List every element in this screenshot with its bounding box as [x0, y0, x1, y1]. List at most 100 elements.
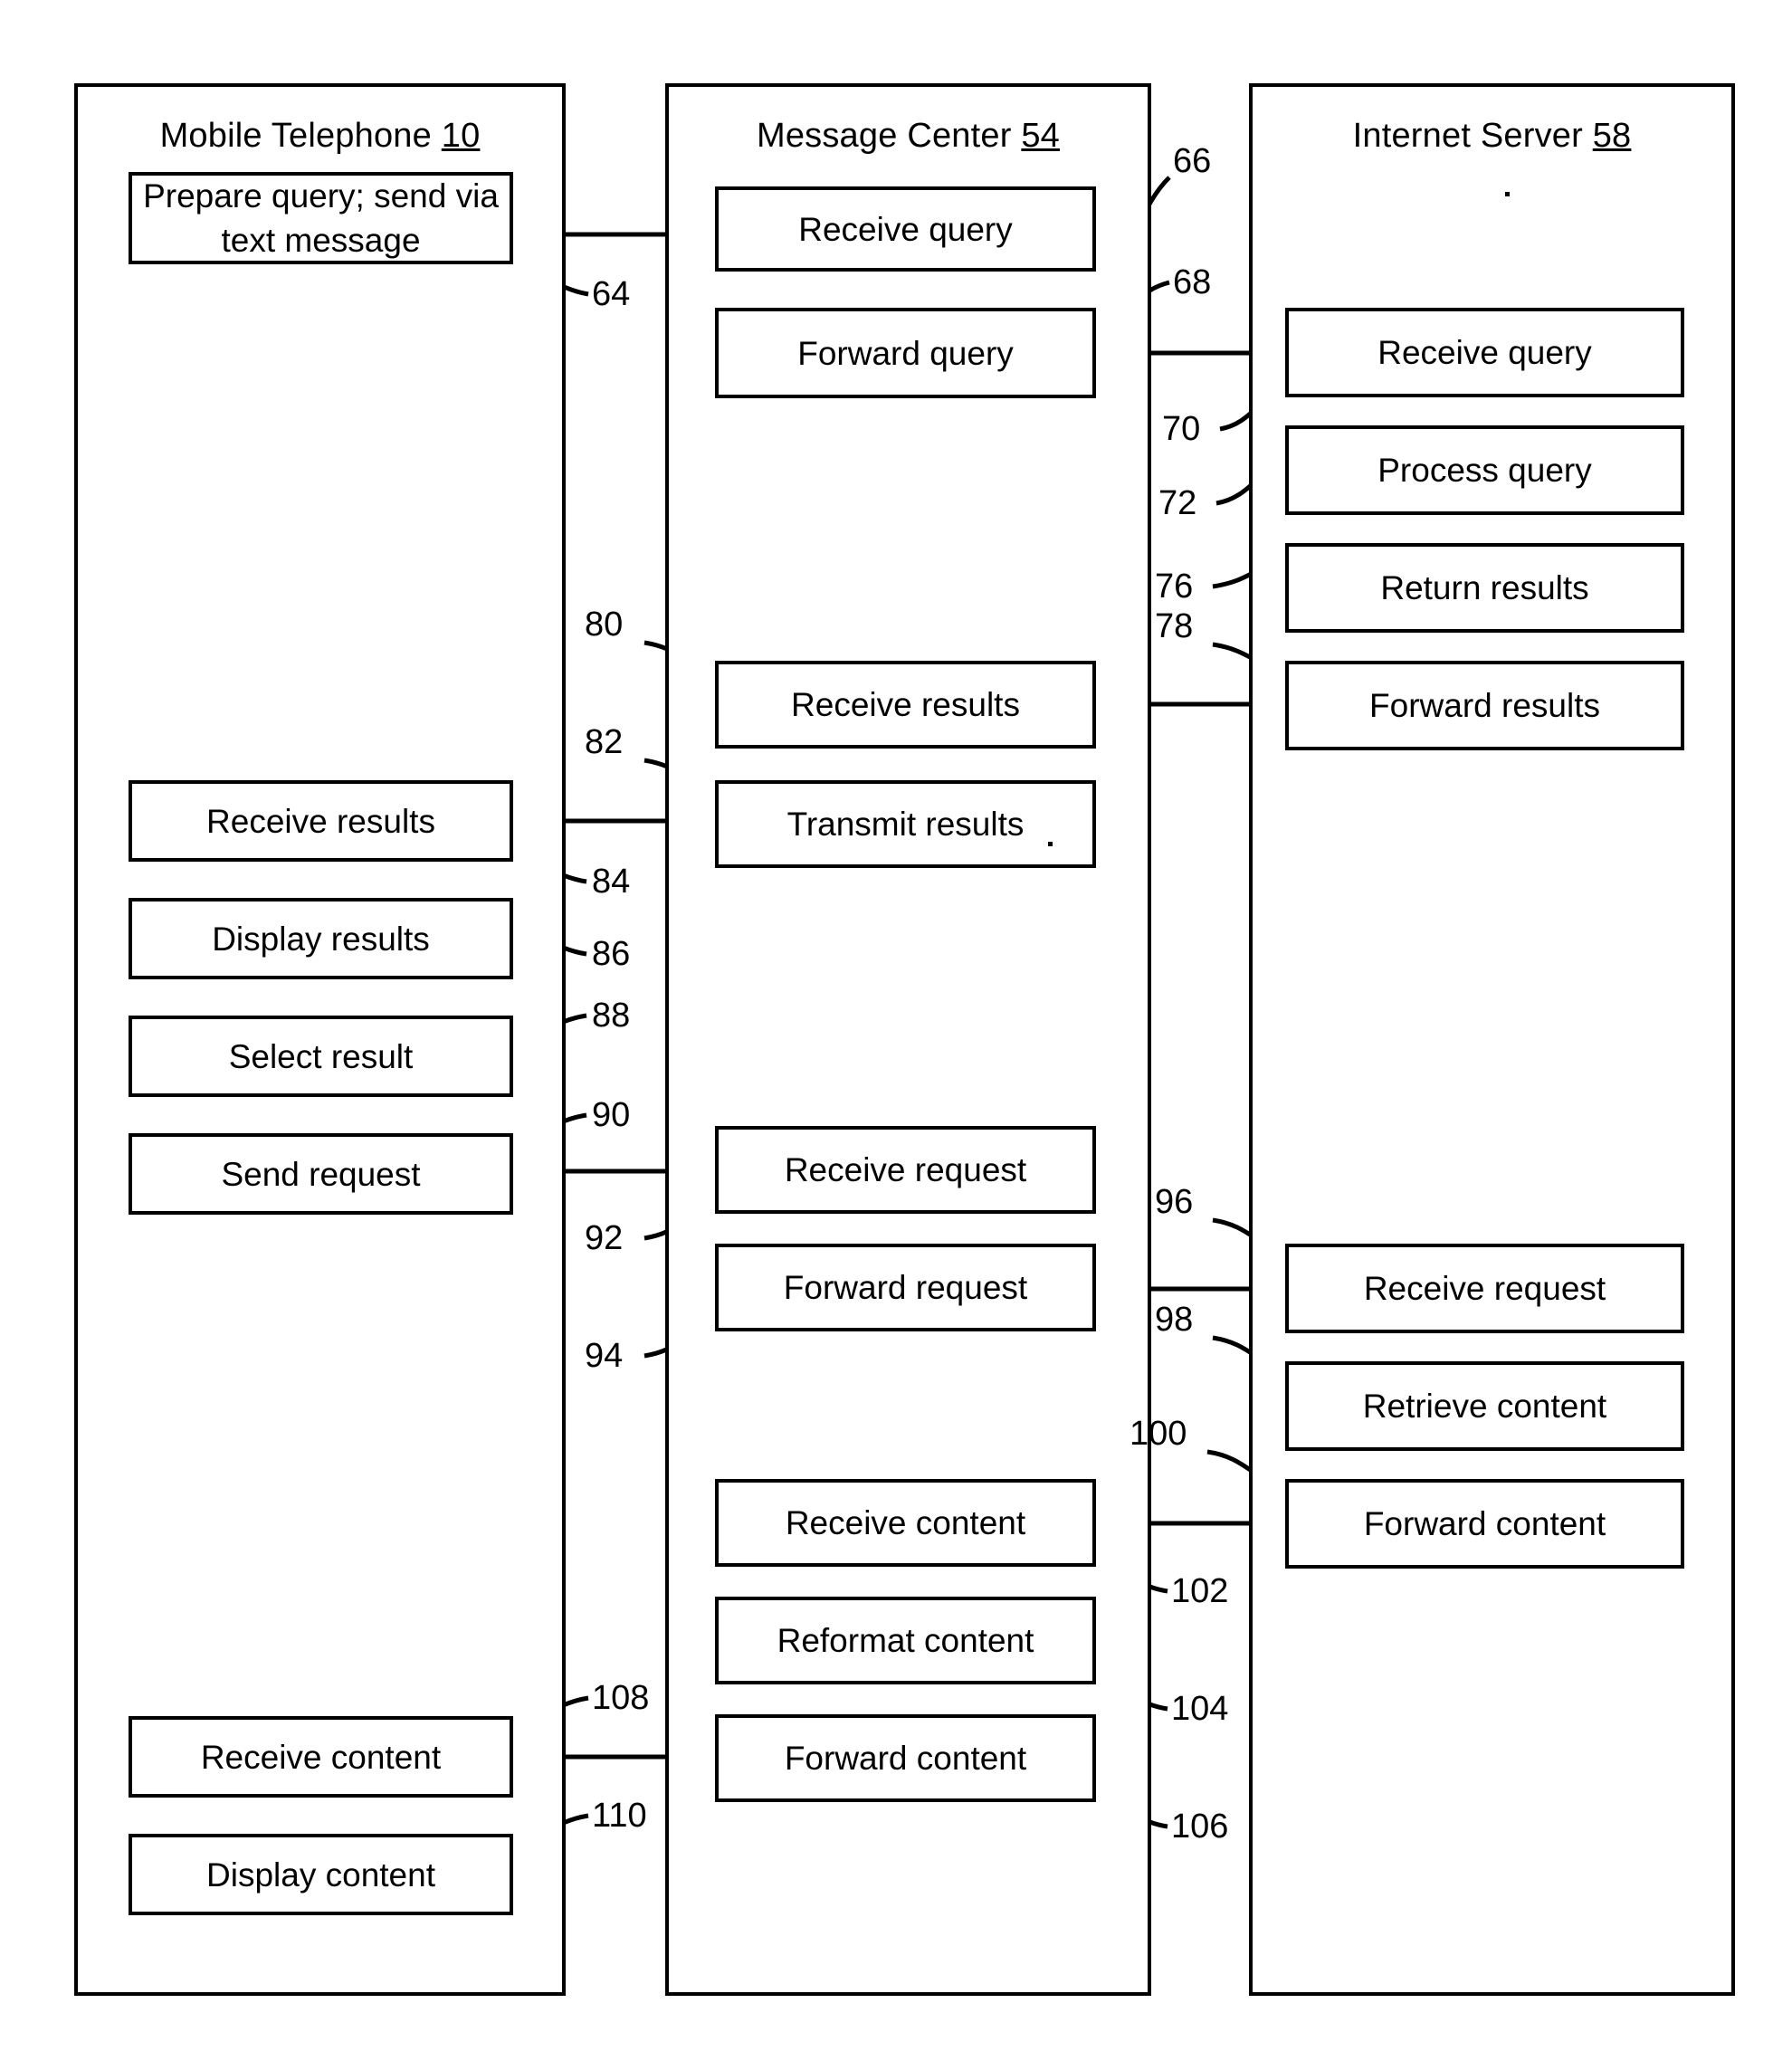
step-label: Forward content — [1363, 1505, 1606, 1542]
ref-text: 68 — [1173, 263, 1212, 301]
lane-title-text: Internet Server — [1352, 117, 1583, 155]
step-label: Display results — [212, 920, 430, 958]
step-box-receive-content-mobile[interactable]: Receive content — [129, 1716, 513, 1798]
step-label: Transmit results — [786, 806, 1025, 843]
step-box-forward-content-message-center[interactable]: Forward content — [715, 1714, 1096, 1802]
step-label: Retrieve content — [1362, 1388, 1607, 1425]
step-box-retrieve-content[interactable]: Retrieve content — [1285, 1361, 1684, 1451]
step-label: Process query — [1377, 452, 1592, 489]
step-label: Send request — [221, 1155, 421, 1193]
step-box-send-request[interactable]: Send request — [129, 1133, 513, 1215]
step-label: Select result — [228, 1037, 414, 1075]
step-box-select-result[interactable]: Select result — [129, 1016, 513, 1097]
scan-speck — [1048, 842, 1053, 846]
ref-text: 90 — [592, 1096, 631, 1134]
ref-text: 110 — [592, 1797, 647, 1835]
lane-ref-numeral: 54 — [1021, 117, 1061, 155]
step-label: Forward request — [783, 1269, 1028, 1306]
step-label: Receive request — [784, 1151, 1027, 1188]
step-label: Forward query — [797, 334, 1014, 372]
step-label: Receive results — [791, 686, 1020, 723]
step-box-receive-request-message-center[interactable]: Receive request — [715, 1126, 1096, 1214]
ref-text: 100 — [1130, 1415, 1187, 1453]
step-box-display-content[interactable]: Display content — [129, 1834, 513, 1915]
step-box-forward-query[interactable]: Forward query — [715, 308, 1096, 398]
step-box-receive-results-message-center[interactable]: Receive results — [715, 661, 1096, 749]
ref-text: 94 — [585, 1337, 624, 1375]
step-label: Forward results — [1369, 687, 1600, 724]
ref-numeral-80: 80 — [585, 606, 623, 643]
step-label: Display content — [206, 1855, 435, 1894]
step-box-receive-query-internet-server[interactable]: Receive query — [1285, 308, 1684, 397]
lane-title-text: Message Center — [756, 117, 1012, 155]
ref-numeral-86: 86 — [592, 936, 630, 972]
ref-text: 86 — [592, 935, 631, 973]
step-box-reformat-content[interactable]: Reformat content — [715, 1597, 1096, 1684]
ref-text: 88 — [592, 997, 631, 1035]
ref-text: 104 — [1171, 1690, 1229, 1728]
ref-numeral-102: 102 — [1171, 1573, 1228, 1609]
lane-title-internet-server: Internet Server 58 — [1253, 116, 1731, 156]
ref-text: 70 — [1162, 410, 1201, 448]
step-label: Receive content — [785, 1504, 1026, 1541]
step-box-process-query[interactable]: Process query — [1285, 425, 1684, 515]
ref-numeral-78: 78 — [1155, 608, 1193, 644]
ref-text: 76 — [1155, 568, 1194, 606]
ref-numeral-90: 90 — [592, 1097, 630, 1133]
ref-numeral-98: 98 — [1155, 1302, 1193, 1338]
step-box-return-results[interactable]: Return results — [1285, 543, 1684, 633]
step-box-transmit-results[interactable]: Transmit results — [715, 780, 1096, 868]
lane-title-mobile-telephone: Mobile Telephone 10 — [78, 116, 562, 156]
scan-speck — [1505, 192, 1510, 196]
ref-numeral-96: 96 — [1155, 1184, 1193, 1220]
ref-text: 98 — [1155, 1301, 1194, 1339]
step-box-receive-content-message-center[interactable]: Receive content — [715, 1479, 1096, 1567]
ref-text: 72 — [1158, 484, 1197, 522]
step-box-prepare-query[interactable]: Prepare query; send via text message — [129, 172, 513, 264]
step-label: Forward content — [784, 1740, 1027, 1777]
ref-numeral-94: 94 — [585, 1338, 623, 1374]
ref-numeral-92: 92 — [585, 1220, 623, 1256]
step-label: Receive request — [1363, 1270, 1606, 1307]
ref-numeral-108: 108 — [592, 1680, 649, 1716]
step-label: Receive results — [206, 802, 435, 840]
step-label: Return results — [1380, 569, 1589, 606]
step-box-display-results[interactable]: Display results — [129, 898, 513, 979]
ref-text: 82 — [585, 723, 624, 761]
step-box-receive-query-message-center[interactable]: Receive query — [715, 186, 1096, 272]
ref-numeral-76: 76 — [1155, 568, 1193, 605]
ref-numeral-72: 72 — [1158, 485, 1196, 521]
ref-numeral-68: 68 — [1173, 264, 1211, 300]
ref-numeral-82: 82 — [585, 724, 623, 760]
ref-numeral-66: 66 — [1173, 143, 1211, 179]
step-box-forward-results[interactable]: Forward results — [1285, 661, 1684, 750]
ref-numeral-100: 100 — [1130, 1416, 1187, 1452]
ref-numeral-70: 70 — [1162, 411, 1200, 447]
patent-figure: Mobile Telephone 10 Prepare query; send … — [0, 0, 1792, 2051]
step-label: Reformat content — [777, 1622, 1034, 1659]
ref-text: 108 — [592, 1679, 650, 1717]
ref-numeral-110: 110 — [592, 1798, 647, 1834]
step-label: Prepare query; send via text message — [143, 177, 499, 259]
lane-ref-numeral: 58 — [1592, 117, 1632, 155]
lane-title-message-center: Message Center 54 — [669, 116, 1148, 156]
step-box-receive-request-internet-server[interactable]: Receive request — [1285, 1244, 1684, 1333]
lane-title-text: Mobile Telephone — [159, 117, 432, 155]
step-box-forward-content-internet-server[interactable]: Forward content — [1285, 1479, 1684, 1569]
ref-text: 78 — [1155, 607, 1194, 645]
ref-text: 80 — [585, 606, 624, 644]
step-box-receive-results-mobile[interactable]: Receive results — [129, 780, 513, 862]
ref-text: 106 — [1171, 1808, 1229, 1846]
ref-numeral-104: 104 — [1171, 1691, 1228, 1727]
ref-numeral-64: 64 — [592, 276, 630, 312]
step-label: Receive query — [1377, 334, 1592, 371]
ref-text: 66 — [1173, 142, 1212, 180]
ref-text: 92 — [585, 1219, 624, 1257]
step-box-forward-request[interactable]: Forward request — [715, 1244, 1096, 1331]
step-label: Receive query — [798, 210, 1013, 248]
ref-numeral-88: 88 — [592, 997, 630, 1034]
ref-text: 84 — [592, 863, 631, 901]
ref-numeral-106: 106 — [1171, 1808, 1228, 1845]
ref-text: 102 — [1171, 1572, 1229, 1610]
ref-numeral-84: 84 — [592, 863, 630, 900]
